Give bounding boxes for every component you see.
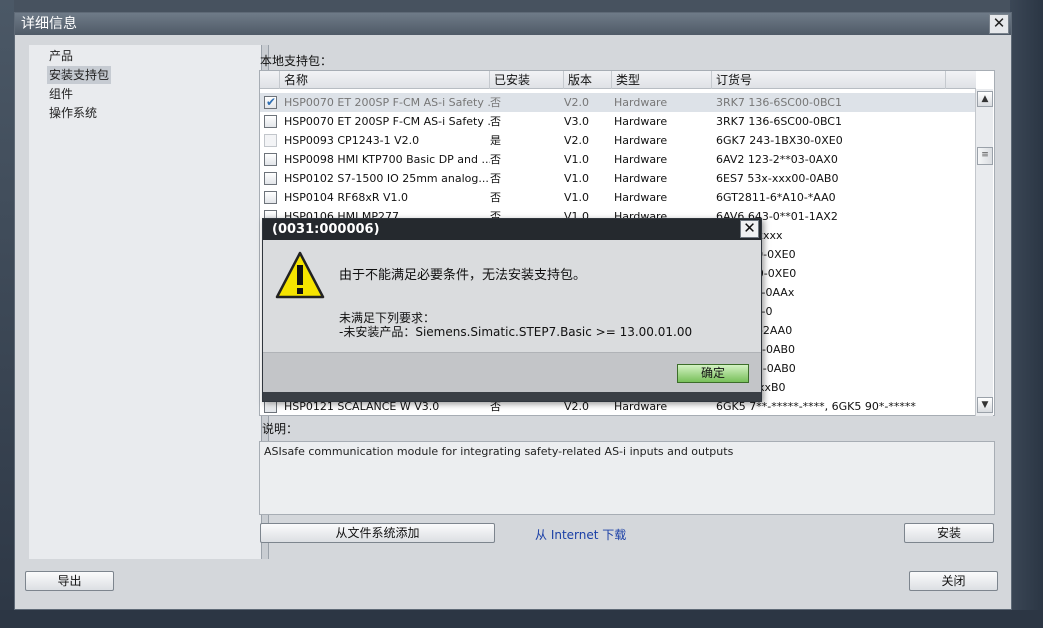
install-button[interactable]: 安装 [904,523,994,543]
cell-version: V1.0 [564,172,590,185]
table-row[interactable]: HSP0104 RF68xR V1.0 否 V1.0 Hardware 6GT2811-… [260,188,976,207]
local-packages-label: 本地支持包： [260,54,333,68]
table-row[interactable]: HSP0102 S7-1500 IO 25mm analog... 否 V1.0 Ha… [260,169,976,188]
cell-installed: 否 [490,191,501,204]
requirement-item: -未安装产品：Siemens.Simatic.STEP7.Basic >= 13… [339,325,693,339]
cell-name: HSP0102 S7-1500 IO 25mm analog... [284,172,489,185]
col-header-name[interactable]: 名称 [280,71,490,89]
close-button[interactable]: 关闭 [909,571,998,591]
ok-button[interactable]: 确定 [677,364,749,383]
table-row[interactable]: HSP0093 CP1243-1 V2.0 是 V2.0 Hardware 6GK7 2… [260,131,976,150]
col-header-type[interactable]: 类型 [612,71,712,89]
nav-item-products[interactable]: 产品 [47,47,75,65]
row-checkbox[interactable] [264,153,277,166]
desktop-background-bottom [0,610,1043,628]
cell-version: V2.0 [564,96,590,109]
desktop-background-top [0,0,1043,12]
cell-type: Hardware [614,115,668,128]
cell-version: V1.0 [564,153,590,166]
cell-type: Hardware [614,96,668,109]
cell-installed: 否 [490,153,501,166]
dialog-bottom-bar [263,392,761,401]
warning-icon [275,251,325,299]
cell-order-number: 3RK7 136-6SC00-0BC1 [716,115,842,128]
export-button[interactable]: 导出 [25,571,114,591]
cell-version: V3.0 [564,115,590,128]
cell-installed: 否 [490,115,501,128]
cell-name: HSP0093 CP1243-1 V2.0 [284,134,420,147]
download-from-internet-link[interactable]: 从 Internet 下载 [535,526,626,543]
window-close-icon[interactable]: ✕ [989,14,1009,34]
desktop-background-right [1010,0,1043,628]
dialog-footer: 确定 [263,352,761,392]
table-row[interactable]: HSP0070 ET 200SP F-CM AS-i Safety ... 否 V3… [260,112,976,131]
table-row[interactable]: HSP0070 ET 200SP F-CM AS-i Safety ...否 V2… [260,93,976,112]
nav-item-components[interactable]: 组件 [47,85,75,103]
cell-order-number: 6GT2811-6*A10-*AA0 [716,191,836,204]
cell-order-number: 3RK7 136-6SC00-0BC1 [716,96,842,109]
row-checkbox[interactable] [264,172,277,185]
cell-order-number: 6AV2 123-2**03-0AX0 [716,153,838,166]
nav-panel: 产品 安装支持包 组件 操作系统 [29,45,261,559]
scroll-thumb[interactable]: ≡ [977,147,993,165]
cell-type: Hardware [614,134,668,147]
window-title: 详细信息 [15,13,1011,35]
cell-version: V2.0 [564,134,590,147]
cell-name: HSP0104 RF68xR V1.0 [284,191,409,204]
table-header: 名称 已安装 版本 类型 订货号 [260,71,976,89]
cell-name: HSP0070 ET 200SP F-CM AS-i Safety ... [284,96,490,109]
row-checkbox[interactable] [264,191,277,204]
scroll-up-icon[interactable]: ▲ [977,91,993,107]
cell-order-number: 6GK7 243-1BX30-0XE0 [716,134,843,147]
row-checkbox[interactable] [264,115,277,128]
cell-installed: 否 [490,172,501,185]
add-from-filesystem-button[interactable]: 从文件系统添加 [260,523,495,543]
description-label: 说明： [262,422,299,436]
col-header-order-number[interactable]: 订货号 [712,71,946,89]
cell-installed: 是 [490,134,501,147]
desktop-background-left [0,0,14,628]
requirements-heading: 未满足下列要求： [339,311,436,325]
table-row[interactable]: HSP0098 HMI KTP700 Basic DP and ... 否 V1.0… [260,150,976,169]
col-header-checkbox [260,71,280,89]
dialog-close-icon[interactable]: ✕ [740,220,759,238]
nav-item-operating-system[interactable]: 操作系统 [47,104,99,122]
row-checkbox[interactable] [264,93,277,112]
error-dialog: (0031:000006) ✕ 由于不能满足必要条件，无法安装支持包。 未满足下… [262,218,762,402]
dialog-requirements: 未满足下列要求： -未安装产品：Siemens.Simatic.STEP7.Ba… [339,311,692,339]
row-checkbox[interactable] [264,134,277,147]
cell-type: Hardware [614,172,668,185]
cell-installed: 否 [490,96,501,109]
cell-name: HSP0070 ET 200SP F-CM AS-i Safety ... [284,115,490,128]
col-header-version[interactable]: 版本 [564,71,612,89]
dialog-title: (0031:000006) [263,219,761,240]
table-scrollbar[interactable]: ▲ ≡ ▼ [975,89,993,416]
scroll-down-icon[interactable]: ▼ [977,397,993,413]
dialog-message: 由于不能满足必要条件，无法安装支持包。 [339,268,587,283]
cell-name: HSP0098 HMI KTP700 Basic DP and ... [284,153,490,166]
cell-order-number: 6ES7 53x-xxx00-0AB0 [716,172,839,185]
cell-type: Hardware [614,153,668,166]
description-box: ASIsafe communication module for integra… [259,441,995,515]
nav-item-install-support-package[interactable]: 安装支持包 [47,66,112,84]
cell-version: V1.0 [564,191,590,204]
dialog-body: 由于不能满足必要条件，无法安装支持包。 未满足下列要求： -未安装产品：Siem… [263,240,761,352]
cell-type: Hardware [614,191,668,204]
col-header-installed[interactable]: 已安装 [490,71,564,89]
